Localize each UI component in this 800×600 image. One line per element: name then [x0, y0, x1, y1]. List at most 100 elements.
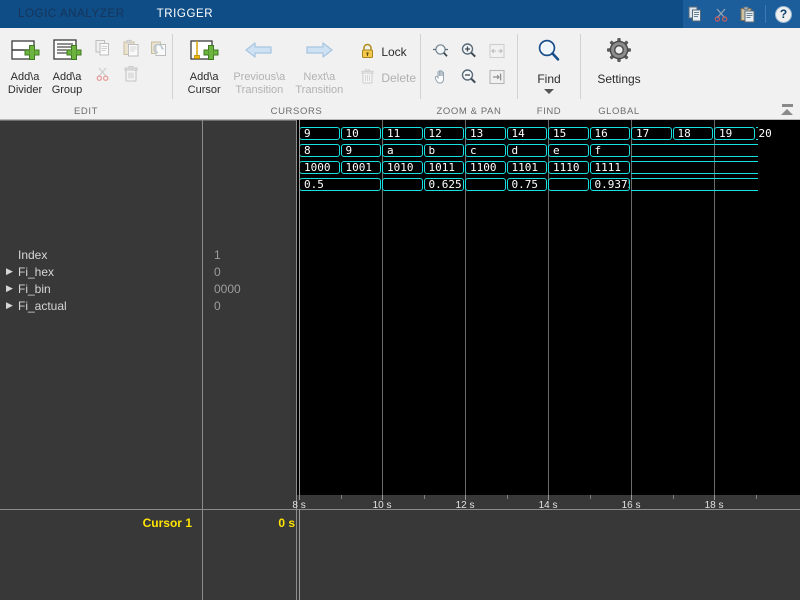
- waveform-segment[interactable]: 14: [506, 127, 547, 140]
- waveform-segment[interactable]: 0.9375: [589, 178, 630, 191]
- waveform-segment[interactable]: 17: [631, 127, 672, 140]
- tab-trigger[interactable]: TRIGGER: [139, 0, 232, 28]
- cut-button[interactable]: [90, 64, 116, 88]
- waveform-segment[interactable]: 10: [340, 127, 381, 140]
- waveform-row: 0.5 0.625 0.75 0.9375: [297, 176, 800, 193]
- waveform-segment[interactable]: 19: [714, 127, 755, 140]
- waveform-segment[interactable]: 1001: [340, 161, 381, 174]
- waveform-segment[interactable]: e: [548, 144, 589, 157]
- cursor-time-value: 0 s: [278, 516, 296, 530]
- delete-button[interactable]: [118, 64, 144, 88]
- waveform-segment[interactable]: 0.75: [506, 178, 547, 191]
- ribbon-group-cursors: Add\a Cursor Previous\a Transition Next\…: [173, 28, 420, 120]
- time-axis-label: 10 s: [372, 500, 392, 511]
- pan-button[interactable]: [428, 67, 454, 91]
- waveform-segment[interactable]: f: [589, 144, 630, 157]
- lock-button[interactable]: Lock: [355, 39, 410, 65]
- add-divider-button[interactable]: Add\a Divider: [4, 33, 46, 97]
- waveform-segment[interactable]: [548, 178, 589, 191]
- signal-value-cell: 1: [203, 246, 221, 263]
- waveform-segment[interactable]: 9: [340, 144, 381, 157]
- waveform-segment[interactable]: b: [423, 144, 464, 157]
- cursor-line-bottom[interactable]: [299, 510, 301, 600]
- time-tick-minor: [589, 495, 591, 499]
- arrow-left-icon: [242, 36, 276, 68]
- waveform-segment[interactable]: 1011: [423, 161, 464, 174]
- minimize-ribbon-button[interactable]: [778, 101, 796, 117]
- paste-special-button[interactable]: [146, 38, 172, 62]
- help-icon[interactable]: ?: [775, 5, 792, 23]
- time-axis-label: 16 s: [621, 500, 641, 511]
- copy-button[interactable]: [90, 38, 116, 62]
- waveform-tail-label: 20: [758, 127, 772, 140]
- signal-value-index: 1: [214, 247, 221, 262]
- waveform-segment[interactable]: [382, 178, 423, 191]
- next-transition-button[interactable]: Next\a Transition: [289, 33, 349, 97]
- ribbon-group-edit: Add\a Divider Add\a Group EDIT: [0, 28, 172, 120]
- zoom-in-button[interactable]: [456, 41, 482, 65]
- signal-row-fi-actual[interactable]: ▶ Fi_actual: [0, 297, 67, 314]
- waveform-segment[interactable]: 1111: [589, 161, 630, 174]
- waveform-segment[interactable]: 1110: [548, 161, 589, 174]
- tab-logic-analyzer[interactable]: LOGIC ANALYZER: [0, 0, 139, 28]
- waveform-segment[interactable]: 9: [299, 127, 340, 140]
- waveform-segment[interactable]: 1101: [506, 161, 547, 174]
- waveform-segment[interactable]: 1010: [382, 161, 423, 174]
- waveform-segment[interactable]: 8: [299, 144, 340, 157]
- fit-horizontal-icon: [487, 42, 507, 65]
- logic-analyzer-window: LOGIC ANALYZER TRIGGER ? Add\a Divider A…: [0, 0, 800, 600]
- waveform-segment[interactable]: 0.625: [423, 178, 464, 191]
- signal-value-cell: 0: [203, 297, 221, 314]
- waveform-segment[interactable]: 1000: [299, 161, 340, 174]
- arrow-right-icon: [302, 36, 336, 68]
- waveform-segment[interactable]: 18: [672, 127, 713, 140]
- settings-button[interactable]: Settings: [586, 33, 652, 86]
- cut-icon[interactable]: [713, 6, 730, 23]
- waveform-segment[interactable]: 12: [423, 127, 464, 140]
- waveform-segment[interactable]: 16: [589, 127, 630, 140]
- find-button[interactable]: Find: [523, 33, 575, 94]
- signal-row-index[interactable]: Index: [0, 246, 47, 263]
- add-cursor-button[interactable]: Add\a Cursor: [179, 33, 229, 97]
- waveform-segment[interactable]: a: [382, 144, 423, 157]
- cursor-line-waveform[interactable]: [299, 120, 301, 495]
- add-group-button[interactable]: Add\a Group: [46, 33, 88, 97]
- waveform-segment[interactable]: 13: [465, 127, 506, 140]
- analyzer-main-area: Index ▶ Fi_hex ▶ Fi_bin ▶ Fi_actual 1 0: [0, 120, 800, 600]
- waveform-segment[interactable]: 1100: [465, 161, 506, 174]
- add-divider-icon: [8, 36, 42, 68]
- title-bar: LOGIC ANALYZER TRIGGER ?: [0, 0, 800, 28]
- paste-icon[interactable]: [739, 6, 756, 23]
- time-tick-minor: [755, 495, 757, 499]
- waveform-segment[interactable]: [465, 178, 506, 191]
- expand-arrow-icon[interactable]: ▶: [6, 280, 18, 297]
- signal-row-fi-hex[interactable]: ▶ Fi_hex: [0, 263, 54, 280]
- delete-cursor-button[interactable]: Delete: [355, 65, 420, 91]
- expand-arrow-icon[interactable]: ▶: [6, 263, 18, 280]
- waveform-segment[interactable]: 11: [382, 127, 423, 140]
- zoom-to-end-button[interactable]: [484, 67, 510, 91]
- previous-transition-label: Previous\a Transition: [233, 71, 286, 96]
- waveform-segment[interactable]: d: [506, 144, 547, 157]
- signal-row-fi-bin[interactable]: ▶ Fi_bin: [0, 280, 51, 297]
- waveform-segment[interactable]: 15: [548, 127, 589, 140]
- previous-transition-button[interactable]: Previous\a Transition: [229, 33, 289, 97]
- fit-to-view-button[interactable]: [484, 41, 510, 65]
- zoom-out-button[interactable]: [456, 67, 482, 91]
- waveform-segment[interactable]: 0.5: [299, 178, 381, 191]
- jump-to-end-icon: [487, 68, 507, 91]
- waveform-segment[interactable]: c: [465, 144, 506, 157]
- paste-special-icon: [150, 39, 168, 62]
- time-axis-label: 12 s: [455, 500, 475, 511]
- waveform-tail: [631, 161, 758, 174]
- waveform-plot[interactable]: 9 10 11 12 13 14 15 16 17 18 19 20 8 9 a b c d e f 1000 1001 1…: [297, 120, 800, 495]
- time-axis-label: 18 s: [704, 500, 724, 511]
- quick-access-separator: [765, 5, 766, 23]
- paste-button[interactable]: [118, 38, 144, 62]
- gear-icon: [604, 37, 634, 70]
- zoom-in-x-button[interactable]: [428, 41, 454, 65]
- chevron-down-icon[interactable]: [544, 89, 554, 94]
- copy-icon[interactable]: [687, 6, 704, 23]
- expand-arrow-icon[interactable]: ▶: [6, 297, 18, 314]
- collapse-bar-icon: [781, 103, 793, 107]
